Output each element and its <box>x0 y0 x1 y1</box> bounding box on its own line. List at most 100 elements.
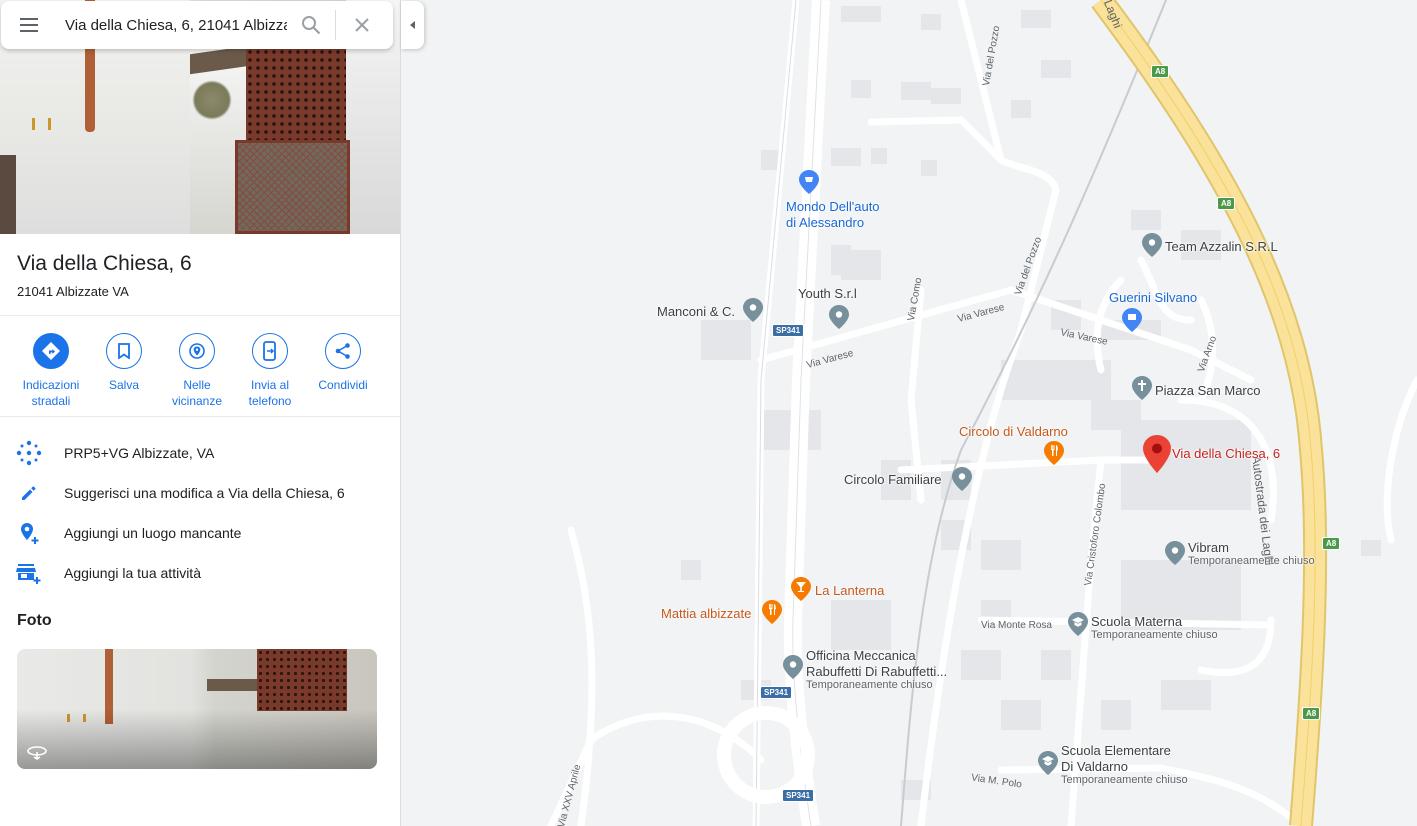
save-button[interactable]: Salva <box>84 333 164 393</box>
add-business-text: Aggiungi la tua attività <box>64 565 201 581</box>
a8-shield: A8 <box>1217 197 1236 210</box>
bookmark-icon <box>106 333 142 369</box>
photo-gate <box>235 140 350 234</box>
caret-left-icon <box>409 21 415 29</box>
menu-button[interactable] <box>1 1 57 49</box>
map-graphic <box>401 0 1417 826</box>
poi-status-scuola-materna: Temporaneamente chiuso <box>1091 629 1218 641</box>
street-view-thumbnail[interactable] <box>17 649 377 769</box>
poi-label-circolo-familiare[interactable]: Circolo Familiare <box>844 472 942 487</box>
poi-label-la-lanterna[interactable]: La Lanterna <box>815 583 884 598</box>
nearby-icon <box>179 333 215 369</box>
poi-label-scuola-materna[interactable]: Scuola Materna <box>1091 614 1182 629</box>
a8-shield: A8 <box>1302 707 1321 720</box>
shopping-pin-icon[interactable] <box>799 170 819 194</box>
poi-label-manconi[interactable]: Manconi & C. <box>657 304 735 319</box>
directions-icon <box>33 333 69 369</box>
photo-window <box>0 155 16 234</box>
bar-pin-icon[interactable] <box>791 577 811 601</box>
search-box <box>1 1 393 49</box>
close-button[interactable] <box>336 1 388 49</box>
poi-label-vibram[interactable]: Vibram <box>1188 540 1229 555</box>
send-to-phone-button[interactable]: Invia al telefono <box>230 333 310 409</box>
poi-status-vibram: Temporaneamente chiuso <box>1188 555 1315 567</box>
restaurant-pin-icon[interactable] <box>762 600 782 624</box>
poi-label-scuola-elementare[interactable]: Scuola Elementare <box>1061 743 1171 758</box>
poi-label-selected-address[interactable]: Via della Chiesa, 6 <box>1172 446 1280 461</box>
photo-bracket <box>48 118 51 130</box>
place-subtitle: 21041 Albizzate VA <box>17 284 129 299</box>
photo-brick-wall <box>257 649 347 711</box>
plus-code-icon <box>16 440 42 466</box>
edit-icon <box>16 480 42 506</box>
search-icon <box>302 16 321 35</box>
place-pin-icon[interactable] <box>783 655 803 679</box>
nearby-label: Nelle vicinanze <box>171 378 223 408</box>
send-to-phone-icon <box>252 333 288 369</box>
add-business-row[interactable]: Aggiungi la tua attività <box>0 553 400 593</box>
sp341-shield: SP341 <box>782 789 815 802</box>
nearby-button[interactable]: Nelle vicinanze <box>157 333 237 409</box>
place-pin-icon[interactable] <box>829 305 849 329</box>
shopping-pin-icon[interactable] <box>1122 308 1142 332</box>
place-title: Via della Chiesa, 6 <box>17 252 192 275</box>
poi-label-officina[interactable]: Officina Meccanica <box>806 648 916 663</box>
add-missing-place-text: Aggiungi un luogo mancante <box>64 525 242 541</box>
a8-shield: A8 <box>1151 65 1170 78</box>
church-pin-icon[interactable] <box>1132 376 1152 400</box>
restaurant-pin-icon[interactable] <box>1044 441 1064 465</box>
close-icon <box>355 18 369 32</box>
poi-label-circolo-valdarno[interactable]: Circolo di Valdarno <box>959 424 1068 439</box>
poi-label-mondo-auto-2[interactable]: di Alessandro <box>786 215 864 230</box>
a8-shield: A8 <box>1322 537 1341 550</box>
search-input[interactable] <box>65 13 287 37</box>
map-canvas[interactable]: dei Laghi Autostrada dei Laghi Via del P… <box>401 0 1417 826</box>
photos-heading: Foto <box>17 612 52 629</box>
poi-label-mattia[interactable]: Mattia albizzate <box>661 606 751 621</box>
selected-location-pin-icon[interactable] <box>1143 435 1171 473</box>
hamburger-menu-icon <box>20 18 38 32</box>
search-button[interactable] <box>287 1 335 49</box>
place-pin-icon[interactable] <box>743 298 763 322</box>
add-missing-place-row[interactable]: Aggiungi un luogo mancante <box>0 513 400 553</box>
directions-button[interactable]: Indicazioni stradali <box>11 333 91 409</box>
street-view-360-icon <box>27 746 47 760</box>
add-location-icon <box>16 520 42 546</box>
poi-label-team-azzalin[interactable]: Team Azzalin S.R.L <box>1165 239 1278 254</box>
place-pin-icon[interactable] <box>952 467 972 491</box>
photo-greenery <box>192 80 232 120</box>
poi-label-scuola-elementare-2[interactable]: Di Valdarno <box>1061 759 1128 774</box>
poi-label-guerini[interactable]: Guerini Silvano <box>1109 290 1197 305</box>
place-pin-icon[interactable] <box>1165 541 1185 565</box>
collapse-panel-button[interactable] <box>401 1 424 49</box>
share-icon <box>325 333 361 369</box>
photo-shade <box>17 709 377 769</box>
plus-code-text: PRP5+VG Albizzate, VA <box>64 445 215 461</box>
share-button[interactable]: Condividi <box>303 333 383 393</box>
road-label-via-monte-rosa: Via Monte Rosa <box>981 620 1052 631</box>
divider <box>0 416 400 417</box>
sp341-shield: SP341 <box>772 324 805 337</box>
poi-label-piazza-san-marco[interactable]: Piazza San Marco <box>1155 383 1261 398</box>
suggest-edit-row[interactable]: Suggerisci una modifica a Via della Chie… <box>0 473 400 513</box>
poi-status-officina: Temporaneamente chiuso <box>806 679 933 691</box>
school-pin-icon[interactable] <box>1068 612 1088 636</box>
poi-label-youth[interactable]: Youth S.r.l <box>798 286 857 301</box>
share-label: Condividi <box>318 378 368 392</box>
poi-label-mondo-auto[interactable]: Mondo Dell'auto <box>786 199 880 214</box>
sp341-shield: SP341 <box>760 686 793 699</box>
plus-code-row[interactable]: PRP5+VG Albizzate, VA <box>0 433 400 473</box>
place-details-panel: Via della Chiesa, 6 21041 Albizzate VA I… <box>0 0 401 826</box>
photo-brick-wall <box>246 48 346 148</box>
school-pin-icon[interactable] <box>1038 751 1058 775</box>
poi-status-scuola-elementare: Temporaneamente chiuso <box>1061 774 1188 786</box>
directions-label: Indicazioni stradali <box>22 378 80 408</box>
suggest-edit-text: Suggerisci una modifica a Via della Chie… <box>64 485 345 501</box>
send-to-phone-label: Invia al telefono <box>248 378 292 408</box>
poi-label-officina-2[interactable]: Rabuffetti Di Rabuffetti... <box>806 664 947 679</box>
place-pin-icon[interactable] <box>1142 233 1162 257</box>
save-label: Salva <box>108 378 140 392</box>
divider <box>0 315 400 316</box>
photo-bracket <box>32 118 35 130</box>
photo-roof <box>207 679 257 691</box>
